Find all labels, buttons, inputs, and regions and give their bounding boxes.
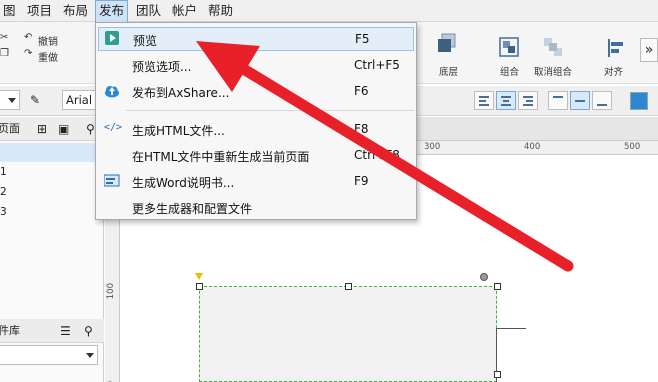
arrow-shaft [226, 56, 574, 272]
arrow-head [196, 41, 260, 92]
annotation-arrow [196, 41, 574, 272]
